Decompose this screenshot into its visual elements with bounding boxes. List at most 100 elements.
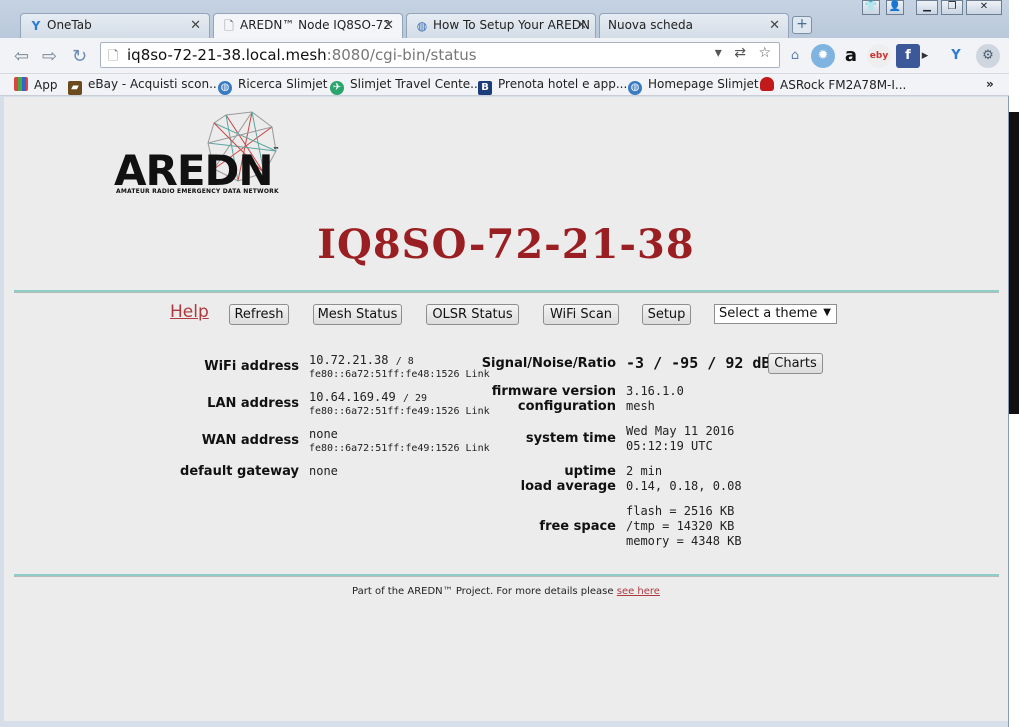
tab-onetab[interactable]: Y OneTab ✕: [20, 13, 210, 38]
reload-icon[interactable]: ↻: [72, 46, 87, 67]
bottom-divider: [14, 574, 999, 577]
address-bar-icons: ▾ ⇄ ☆: [715, 45, 775, 61]
star-icon[interactable]: ☆: [758, 45, 775, 61]
node-name-title: IQ8SO-72-21-38: [317, 221, 695, 268]
dropdown-arrow-icon[interactable]: ▾: [715, 45, 726, 61]
restore-button[interactable]: ❐: [941, 0, 963, 15]
system-time-label: system time: [525, 431, 616, 446]
forward-arrow-icon[interactable]: ⇨: [42, 46, 57, 67]
firmware-version-label: firmware version: [491, 384, 616, 399]
asrock-icon: [760, 77, 774, 91]
refresh-button[interactable]: Refresh: [229, 304, 289, 325]
tab-aredn-node[interactable]: 🗋 AREDN™ Node IQ8SO-72 ✕: [213, 13, 403, 39]
booking-icon: B: [478, 81, 492, 95]
system-time-clock: 05:12:19 UTC: [626, 439, 713, 453]
footer-text: Part of the AREDN™ Project. For more det…: [352, 586, 617, 597]
amazon-icon[interactable]: a: [839, 44, 863, 68]
background-window-edge: [1009, 0, 1019, 727]
wifi-ip: 10.72.21.38: [309, 353, 389, 367]
back-arrow-icon[interactable]: ⇦: [14, 46, 29, 67]
globe-icon: ◍: [628, 81, 642, 95]
translate-icon[interactable]: ⇄: [734, 45, 750, 61]
footer: Part of the AREDN™ Project. For more det…: [4, 586, 1008, 597]
bookmark-ricerca-slimjet[interactable]: ◍ Ricerca Slimjet: [218, 77, 327, 95]
setup-button[interactable]: Setup: [642, 304, 691, 325]
plane-icon: ✈: [330, 81, 344, 95]
user-icon[interactable]: 👤: [886, 0, 904, 15]
onetab-icon: Y: [31, 19, 41, 33]
lan-mask: / 29: [402, 393, 428, 404]
browser-window: Y OneTab ✕ 🗋 AREDN™ Node IQ8SO-72 ✕ ◍ Ho…: [0, 0, 1009, 727]
charts-button[interactable]: Charts: [768, 353, 823, 374]
bookmarks-overflow-button[interactable]: »: [986, 77, 994, 91]
snr-value: -3 / -95 / 92 dB: [626, 354, 771, 372]
top-divider: [14, 290, 999, 293]
wan-address-label: WAN address: [201, 433, 299, 448]
close-icon[interactable]: ✕: [383, 18, 394, 33]
idea-bulb-icon[interactable]: ✹: [811, 44, 835, 68]
more-extensions-icon[interactable]: ▸: [920, 44, 930, 68]
footer-see-here-link[interactable]: see here: [617, 586, 660, 597]
shirt-icon[interactable]: 👕: [862, 0, 880, 15]
configuration-value: mesh: [626, 399, 655, 413]
default-gateway-label: default gateway: [180, 464, 299, 479]
free-space-memory: memory = 4348 KB: [626, 534, 742, 548]
bookmark-label: Slimjet Travel Cente...: [350, 77, 482, 91]
wifi-scan-button[interactable]: WiFi Scan: [543, 304, 619, 325]
chevron-down-icon: ▼: [823, 307, 831, 318]
logo-subtitle: AMATEUR RADIO EMERGENCY DATA NETWORK: [116, 188, 279, 195]
close-icon[interactable]: ✕: [769, 18, 780, 33]
load-average-label: load average: [520, 479, 616, 494]
bookmark-slimjet-travel[interactable]: ✈ Slimjet Travel Cente...: [330, 77, 482, 95]
page-icon: 🗋: [108, 49, 119, 64]
window-close-button[interactable]: ✕: [966, 0, 1002, 15]
uptime-value: 2 min: [626, 464, 663, 478]
address-bar[interactable]: 🗋 iq8so-72-21-38.local.mesh:8080/cgi-bin…: [100, 42, 780, 68]
background-terminal: [1009, 112, 1019, 414]
tab-aredn-setup[interactable]: ◍ How To Setup Your AREDN ✕: [406, 13, 596, 38]
wan-address-value: none: [309, 427, 338, 441]
aredn-logo: AREDN™ AMATEUR RADIO EMERGENCY DATA NETW…: [114, 109, 280, 197]
facebook-icon[interactable]: f: [896, 44, 920, 68]
snr-label: Signal/Noise/Ratio: [481, 356, 616, 371]
globe-icon: ◍: [218, 81, 232, 95]
default-gateway-value: none: [309, 464, 338, 478]
page-icon: 🗋: [224, 19, 234, 33]
help-link[interactable]: Help: [170, 302, 209, 322]
olsr-status-button[interactable]: OLSR Status: [426, 304, 519, 325]
lan-ip: 10.64.169.49: [309, 390, 396, 404]
bookmark-app[interactable]: App: [14, 77, 57, 92]
ebay-bag-icon: ▰: [68, 81, 82, 95]
ebay-icon[interactable]: eby: [867, 44, 891, 68]
bookmark-ebay[interactable]: ▰ eBay - Acquisti scon...: [68, 77, 221, 95]
gear-icon[interactable]: ⚙: [976, 44, 1000, 68]
browser-toolbar: ⇦ ⇨ ↻ 🗋 iq8so-72-21-38.local.mesh:8080/c…: [0, 38, 1009, 74]
configuration-label: configuration: [517, 399, 616, 414]
bookmark-asrock[interactable]: ASRock FM2A78M-I...: [760, 77, 906, 92]
system-time-date: Wed May 11 2016: [626, 424, 735, 438]
bookmark-label: Homepage Slimjet: [648, 77, 759, 91]
wifi-address-label: WiFi address: [204, 359, 299, 374]
lan-address-label: LAN address: [207, 396, 299, 411]
lan-address-value: 10.64.169.49 / 29: [309, 390, 427, 404]
mesh-status-button[interactable]: Mesh Status: [313, 304, 402, 325]
bookmark-label: App: [34, 78, 58, 92]
close-icon[interactable]: ✕: [190, 18, 201, 33]
bookmarks-bar: App ▰ eBay - Acquisti scon... ◍ Ricerca Sl…: [0, 74, 1009, 96]
minimize-button[interactable]: ▁: [916, 0, 938, 15]
firmware-version-value: 3.16.1.0: [626, 384, 684, 398]
tab-nuova-scheda[interactable]: Nuova scheda ✕: [599, 13, 789, 38]
home-icon[interactable]: ⌂: [783, 44, 807, 68]
bookmark-label: eBay - Acquisti scon...: [88, 77, 221, 91]
free-space-tmp: /tmp = 14320 KB: [626, 519, 735, 533]
theme-select[interactable]: Select a theme ▼: [714, 304, 837, 324]
new-tab-button[interactable]: +: [792, 16, 812, 34]
close-icon[interactable]: ✕: [576, 18, 587, 33]
bookmark-booking[interactable]: B Prenota hotel e app...: [478, 77, 627, 95]
onetab-icon[interactable]: Y: [944, 44, 968, 68]
bookmark-label: Prenota hotel e app...: [498, 77, 628, 91]
bookmark-label: ASRock FM2A78M-I...: [780, 78, 907, 92]
bookmark-homepage-slimjet[interactable]: ◍ Homepage Slimjet: [628, 77, 759, 95]
wifi-mask: / 8: [395, 356, 414, 367]
tab-title: Nuova scheda: [608, 18, 694, 32]
